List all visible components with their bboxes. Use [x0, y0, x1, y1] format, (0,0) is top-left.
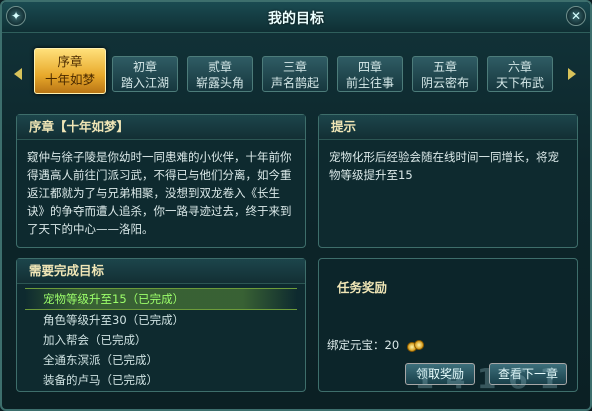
goals-panel: 需要完成目标 宠物等级升至15（已完成） 角色等级升至30（已完成） 加入帮会（…: [16, 258, 306, 392]
tab-chapter-4[interactable]: 四章 前尘往事: [337, 56, 403, 92]
title-bar[interactable]: ✦ 我的目标 ✕: [2, 2, 590, 33]
chapter-tabs: 序章 十年如梦 初章 踏入江湖 贰章 崭露头角 三章 声名鹊起 四章 前尘往事 …: [12, 46, 578, 98]
story-title: 序章【十年如梦】: [17, 115, 305, 140]
goals-list: 宠物等级升至15（已完成） 角色等级升至30（已完成） 加入帮会（已完成） 全通…: [17, 284, 305, 390]
goal-item[interactable]: 宠物等级升至15（已完成）: [25, 288, 297, 310]
tab-chapter-3[interactable]: 三章 声名鹊起: [262, 56, 328, 92]
scroll-left-arrow-icon[interactable]: [14, 68, 22, 80]
story-text: 窥仲与徐子陵是你幼时一同患难的小伙伴，十年前你得遇高人前往门派习武，不得已与他们…: [27, 150, 292, 236]
tab-chapter-6[interactable]: 六章 天下布武: [487, 56, 553, 92]
tips-text: 宠物化形后经验会随在线时间一同增长，将宠物等级提升至15: [329, 150, 559, 182]
tab-chapter-4-number: 四章: [357, 60, 382, 74]
tab-chapter-5-number: 五章: [432, 60, 457, 74]
tab-chapter-0-title: 十年如梦: [44, 72, 95, 87]
goal-item[interactable]: 角色等级升至30（已完成）: [25, 310, 297, 330]
tab-chapter-1-title: 踏入江湖: [120, 76, 169, 90]
tips-panel: 提示 宠物化形后经验会随在线时间一同增长，将宠物等级提升至15: [318, 114, 578, 248]
tab-chapter-3-title: 声名鹊起: [270, 76, 319, 90]
goal-item[interactable]: 加入帮会（已完成）: [25, 330, 297, 350]
goal-item[interactable]: 装备的卢马（已完成）: [25, 370, 297, 390]
scroll-right-arrow-icon[interactable]: [568, 68, 576, 80]
story-panel: 序章【十年如梦】 窥仲与徐子陵是你幼时一同患难的小伙伴，十年前你得遇高人前往门派…: [16, 114, 306, 248]
goals-title: 需要完成目标: [17, 259, 305, 284]
tab-chapter-0-number: 序章: [57, 54, 83, 69]
tab-chapter-0[interactable]: 序章 十年如梦: [34, 48, 106, 94]
tab-chapter-5[interactable]: 五章 阴云密布: [412, 56, 478, 92]
reward-bound-ingot: 绑定元宝：20: [327, 337, 424, 353]
rewards-title: 任务奖励: [337, 280, 388, 295]
close-icon[interactable]: ✕: [566, 6, 586, 26]
gold-ingot-icon: [406, 340, 424, 352]
tab-chapter-2[interactable]: 贰章 崭露头角: [187, 56, 253, 92]
window-title: 我的目标: [268, 11, 324, 27]
goal-item[interactable]: 全通东溟派（已完成）: [25, 350, 297, 370]
watermark: 1 4 1 6 1: [414, 362, 560, 395]
tab-chapter-6-title: 天下布武: [495, 76, 544, 90]
tab-chapter-2-number: 贰章: [207, 60, 232, 74]
tab-chapter-1-number: 初章: [132, 60, 157, 74]
tab-chapter-1[interactable]: 初章 踏入江湖: [112, 56, 178, 92]
tab-chapter-3-number: 三章: [282, 60, 307, 74]
tab-chapter-4-title: 前尘往事: [345, 76, 394, 90]
goals-window: ✦ 我的目标 ✕ 序章 十年如梦 初章 踏入江湖 贰章 崭露头角 三章 声名鹊起…: [0, 0, 592, 411]
reward-label: 绑定元宝：20: [327, 338, 400, 352]
tab-chapter-6-number: 六章: [507, 60, 532, 74]
tips-title: 提示: [319, 115, 577, 140]
tab-chapter-2-title: 崭露头角: [195, 76, 244, 90]
tab-chapter-5-title: 阴云密布: [420, 76, 469, 90]
